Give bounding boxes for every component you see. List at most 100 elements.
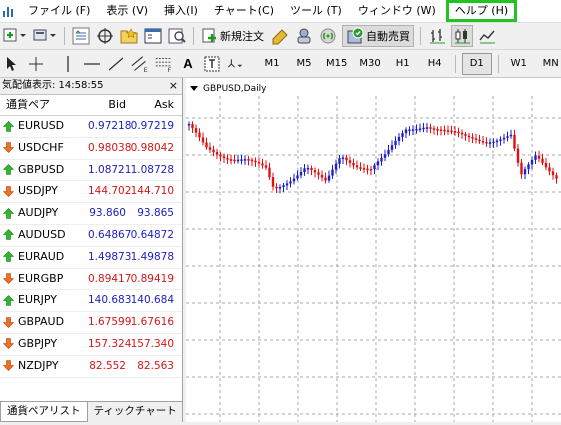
horizontal-line-icon[interactable] <box>82 53 102 75</box>
cursor-icon[interactable] <box>2 53 22 75</box>
candle-body <box>334 163 338 170</box>
timeframe-h4-button[interactable]: H4 <box>421 54 449 74</box>
menu-insert[interactable]: 挿入(I) <box>156 0 206 22</box>
bid-price: 93.860 <box>89 207 126 220</box>
candle-body <box>264 165 268 168</box>
trendline-icon[interactable] <box>106 53 126 75</box>
bid-price: 0.97218 <box>88 120 132 132</box>
equidistant-channel-icon[interactable]: E <box>130 53 150 75</box>
timeframe-m5-button[interactable]: M5 <box>290 54 318 74</box>
timeframe-m30-button[interactable]: M30 <box>355 54 384 74</box>
candle-body <box>548 167 551 172</box>
menu-file[interactable]: ファイル (F) <box>20 0 98 22</box>
candle-body <box>268 167 271 178</box>
menu-chart[interactable]: チャート(C) <box>206 0 282 22</box>
tab-tick-chart[interactable]: ティックチャート <box>88 402 183 422</box>
crosshair-icon[interactable] <box>26 53 46 75</box>
autotrading-label: 自動売買 <box>366 30 410 43</box>
menu-bar: ファイル (F) 表示 (V) 挿入(I) チャート(C) ツール (T) ウィンドウ (… <box>0 0 561 23</box>
market-watch-row[interactable]: NZDJPY 82.552 82.563 <box>0 356 182 378</box>
market-watch-row[interactable]: AUDJPY 93.860 93.865 <box>0 203 182 225</box>
menu-tools[interactable]: ツール (T) <box>282 0 350 22</box>
candle-body <box>509 134 513 137</box>
market-watch-row[interactable]: GBPUSD 1.08721 1.08728 <box>0 160 182 182</box>
ask-price: 0.97219 <box>130 120 174 132</box>
market-watch-row[interactable]: EURGBP 0.89417 0.89419 <box>0 269 182 291</box>
column-header-ask[interactable]: Ask <box>126 95 178 115</box>
column-header-symbol[interactable]: 通貨ペア <box>0 95 88 115</box>
chart-canvas[interactable]: GBPUSD,Daily <box>186 78 561 422</box>
candle-body <box>355 165 359 168</box>
vertical-line-icon[interactable] <box>58 53 78 75</box>
market-watch-row[interactable]: GBPAUD 1.67599 1.67616 <box>0 312 182 334</box>
candle-body <box>222 156 226 159</box>
timeframe-m15-button[interactable]: M15 <box>322 54 351 74</box>
menu-window[interactable]: ウィンドウ (W) <box>350 0 444 22</box>
column-header-bid[interactable]: Bid <box>88 95 126 115</box>
candlestick-chart-icon[interactable] <box>451 25 473 47</box>
market-watch-row[interactable]: GBPJPY 157.324 157.340 <box>0 334 182 356</box>
fibonacci-retracement-icon[interactable]: F <box>154 53 174 75</box>
arrow-down-icon <box>3 338 14 350</box>
timeframe-d1-button[interactable]: D1 <box>461 52 492 75</box>
candle-body <box>341 157 345 159</box>
wifi-signal-icon[interactable] <box>318 25 338 47</box>
candle-body <box>212 149 215 153</box>
arrows-dropdown-icon[interactable] <box>226 53 246 75</box>
text-label-icon[interactable] <box>202 53 222 75</box>
market-watch-row[interactable]: EURAUD 1.49873 1.49878 <box>0 247 182 269</box>
candle-body <box>488 142 492 144</box>
metaeditor-icon[interactable] <box>270 25 290 47</box>
candle-body <box>418 128 422 131</box>
tab-symbols[interactable]: 通貨ペアリスト <box>0 402 88 422</box>
data-window-icon[interactable] <box>95 25 115 47</box>
profiles-icon[interactable] <box>32 25 58 47</box>
line-chart-icon[interactable] <box>477 25 497 47</box>
app-icon[interactable] <box>2 4 16 18</box>
arrow-up-icon <box>3 294 14 306</box>
candle-body <box>425 127 429 129</box>
navigator-icon[interactable] <box>119 25 139 47</box>
candle-body <box>478 139 481 142</box>
market-watch-icon[interactable] <box>71 25 91 47</box>
candle-body <box>362 168 366 170</box>
timeframe-m1-button[interactable]: M1 <box>258 54 286 74</box>
timeframe-mn-button[interactable]: MN <box>537 54 561 74</box>
new-order-button[interactable]: 新規注文 <box>200 25 266 47</box>
timeframe-h1-button[interactable]: H1 <box>389 54 417 74</box>
market-watch-row[interactable]: EURUSD 0.97218 0.97219 <box>0 116 182 138</box>
ask-price: 157.340 <box>130 337 174 350</box>
strategy-tester-icon[interactable] <box>167 25 187 47</box>
bar-chart-icon[interactable] <box>427 25 447 47</box>
arrow-up-icon <box>3 120 14 132</box>
autotrading-button[interactable]: 自動売買 <box>342 25 414 47</box>
candle-body <box>317 172 320 175</box>
market-watch-tabs: 通貨ペアリスト ティックチャート <box>0 401 182 422</box>
candle-body <box>495 140 499 143</box>
candle-body <box>243 159 247 161</box>
candle-body <box>485 142 488 144</box>
terminal-icon[interactable] <box>143 25 163 47</box>
svg-text:E: E <box>144 67 148 74</box>
toolbar-separator <box>454 54 456 73</box>
candle-body <box>537 155 541 159</box>
candle-body <box>369 168 373 171</box>
menu-help[interactable]: ヘルプ (H) <box>445 0 518 22</box>
chart-title-arrow-icon[interactable] <box>190 86 198 91</box>
text-tool-icon[interactable]: A <box>178 53 198 75</box>
menu-view[interactable]: 表示 (V) <box>98 0 156 22</box>
market-watch-row[interactable]: EURJPY 140.683 140.684 <box>0 290 182 313</box>
close-icon[interactable]: × <box>169 78 178 94</box>
candle-body <box>387 149 390 155</box>
new-chart-icon[interactable] <box>2 25 28 47</box>
candle-body <box>233 159 236 162</box>
timeframe-w1-button[interactable]: W1 <box>505 54 533 74</box>
market-watch-row[interactable]: AUDUSD 0.64867 0.64872 <box>0 225 182 247</box>
symbol-name: AUDJPY <box>18 206 59 220</box>
chart-window[interactable]: GBPUSD,Daily <box>186 78 561 422</box>
market-watch-row[interactable]: USDJPY 144.702 144.710 <box>0 181 182 204</box>
signals-icon[interactable] <box>294 25 314 47</box>
market-watch-row[interactable]: USDCHF 0.98038 0.98042 <box>0 138 182 160</box>
candle-body <box>348 160 352 163</box>
standard-toolbar: 新規注文 自動売買 <box>0 23 561 50</box>
